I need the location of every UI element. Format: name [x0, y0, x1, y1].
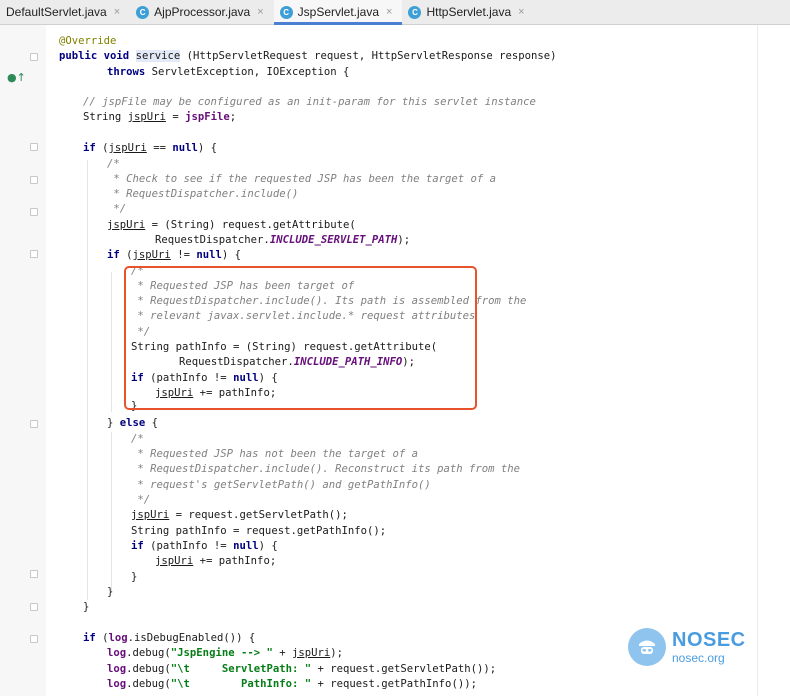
- close-icon[interactable]: ×: [386, 6, 392, 18]
- indent-guide: [87, 160, 88, 600]
- code-line: /*: [131, 433, 144, 445]
- fold-marker-icon[interactable]: [30, 250, 38, 258]
- code-line: if (jspUri == null) {: [83, 142, 217, 154]
- code-line: }: [107, 586, 114, 598]
- editor-tab-bar: DefaultServlet.java × C AjpProcessor.jav…: [0, 0, 790, 25]
- fold-marker-icon[interactable]: [30, 570, 38, 578]
- code-line: RequestDispatcher.INCLUDE_SERVLET_PATH);: [155, 234, 411, 246]
- watermark-name: NOSEC: [672, 629, 746, 651]
- watermark-domain: nosec.org: [672, 651, 725, 665]
- code-line: * RequestDispatcher.include(). Reconstru…: [131, 463, 521, 475]
- code-line: if (pathInfo != null) {: [131, 540, 278, 552]
- tab-ajpprocessor[interactable]: C AjpProcessor.java ×: [130, 0, 273, 24]
- code-line: * request's getServletPath() and getPath…: [131, 479, 431, 491]
- code-line: }: [131, 571, 138, 583]
- code-line: throws ServletException, IOException {: [107, 66, 350, 78]
- code-line: if (jspUri != null) {: [107, 249, 241, 261]
- fold-marker-icon[interactable]: [30, 635, 38, 643]
- code-line: */: [107, 203, 127, 215]
- code-line: jspUri = (String) request.getAttribute(: [107, 219, 356, 231]
- tab-label: DefaultServlet.java: [6, 5, 107, 19]
- code-line: public void service (HttpServletRequest …: [59, 50, 557, 62]
- right-margin-line: [757, 25, 758, 696]
- code-line: } else {: [107, 417, 159, 429]
- close-icon[interactable]: ×: [257, 6, 263, 18]
- code-line: /*: [107, 158, 120, 170]
- override-marker-icon[interactable]: ●↑: [7, 71, 26, 84]
- code-line: @Override: [59, 35, 117, 47]
- code-line: jspUri = request.getServletPath();: [131, 509, 348, 521]
- code-line: log.debug("\t ServletPath: " + request.g…: [107, 663, 497, 675]
- tab-defaultservlet[interactable]: DefaultServlet.java ×: [0, 0, 130, 24]
- code-line: * Check to see if the requested JSP has …: [107, 173, 497, 185]
- class-file-icon: C: [279, 5, 293, 19]
- fold-marker-icon[interactable]: [30, 420, 38, 428]
- code-line: // jspFile may be configured as an init-…: [83, 96, 536, 108]
- code-line: jspUri += pathInfo;: [155, 555, 277, 567]
- highlight-annotation-box: [124, 266, 477, 410]
- tab-jspservlet[interactable]: C JspServlet.java ×: [273, 0, 403, 25]
- code-line: String pathInfo = request.getPathInfo();: [131, 525, 387, 537]
- code-line: log.debug("JspEngine --> " + jspUri);: [107, 647, 344, 659]
- tab-label: HttpServlet.java: [426, 5, 512, 19]
- code-line: }: [83, 601, 90, 613]
- code-line: if (log.isDebugEnabled()) {: [83, 632, 256, 644]
- code-line: String jspUri = jspFile;: [83, 111, 237, 123]
- code-line: */: [131, 494, 151, 506]
- close-icon[interactable]: ×: [114, 6, 120, 18]
- class-file-icon: C: [408, 5, 422, 19]
- nosec-logo-icon: [628, 628, 666, 666]
- close-icon[interactable]: ×: [518, 6, 524, 18]
- fold-marker-icon[interactable]: [30, 143, 38, 151]
- code-line: * RequestDispatcher.include(): [107, 188, 299, 200]
- code-line: log.debug("\t PathInfo: " + request.getP…: [107, 678, 477, 690]
- fold-marker-icon[interactable]: [30, 603, 38, 611]
- fold-marker-icon[interactable]: [30, 176, 38, 184]
- fold-marker-icon[interactable]: [30, 208, 38, 216]
- tab-label: AjpProcessor.java: [154, 5, 251, 19]
- tab-label: JspServlet.java: [297, 5, 380, 19]
- fold-marker-icon[interactable]: [30, 53, 38, 61]
- code-line: * Requested JSP has not been the target …: [131, 448, 419, 460]
- editor-gutter: ●↑: [0, 25, 46, 696]
- tab-httpservlet[interactable]: C HttpServlet.java ×: [402, 0, 534, 24]
- indent-guide: [111, 432, 112, 592]
- class-file-icon: C: [136, 5, 150, 19]
- indent-guide: [111, 272, 112, 412]
- nosec-watermark: NOSEC nosec.org: [628, 628, 746, 666]
